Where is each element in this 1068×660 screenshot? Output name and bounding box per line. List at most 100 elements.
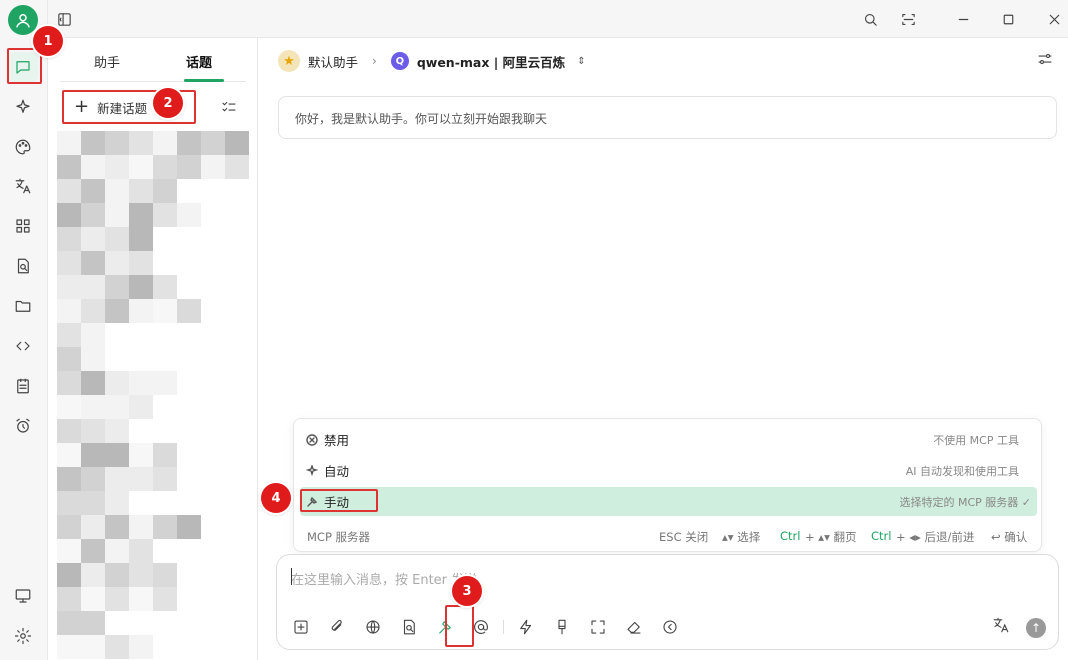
maximize-icon[interactable] (996, 7, 1020, 31)
blurred-cell (81, 395, 105, 419)
code-icon[interactable] (8, 331, 38, 361)
minimize-icon[interactable] (951, 7, 975, 31)
active-tab-indicator (184, 79, 224, 82)
blurred-cell (81, 515, 105, 539)
blurred-cell (153, 299, 177, 323)
settings-icon[interactable] (8, 621, 38, 651)
sparkle-icon (306, 464, 318, 477)
blurred-cell (129, 275, 153, 299)
blurred-cell (153, 275, 177, 299)
message-input[interactable]: 在这里输入消息，按 Enter 发送 (291, 569, 477, 588)
close-icon[interactable] (1042, 7, 1066, 31)
blurred-cell (57, 635, 81, 659)
blurred-cell (81, 371, 105, 395)
blurred-cell (105, 467, 129, 491)
sparkle-icon[interactable] (8, 92, 38, 122)
send-button[interactable]: ↑ (1026, 618, 1046, 638)
blurred-cell (177, 203, 201, 227)
folder-icon[interactable] (8, 291, 38, 321)
mcp-option-disabled[interactable]: 禁用 不使用 MCP 工具 (300, 425, 1037, 454)
apps-icon[interactable] (8, 211, 38, 241)
toolbar-divider (503, 620, 504, 634)
collapse-icon[interactable] (658, 615, 682, 639)
mcp-option-manual[interactable]: 手动 选择特定的 MCP 服务器 ✓ (300, 487, 1037, 516)
manage-topics-icon[interactable] (220, 98, 242, 120)
mcp-option-label: 禁用 (324, 433, 350, 448)
blurred-cell (129, 371, 153, 395)
blurred-cell (153, 563, 177, 587)
blurred-cell (129, 539, 153, 563)
expand-icon[interactable] (586, 615, 610, 639)
blurred-cell (177, 131, 201, 155)
blurred-cell (57, 467, 81, 491)
tab-assistant[interactable]: 助手 (94, 52, 120, 71)
text-caret (291, 568, 292, 585)
mcp-option-desc: 选择特定的 MCP 服务器 ✓ (899, 495, 1031, 509)
model-selector[interactable]: qwen-max | 阿里云百炼 (417, 52, 565, 71)
knowledge-search-icon[interactable] (397, 615, 421, 639)
blurred-cell (105, 299, 129, 323)
blurred-cell (105, 251, 129, 275)
step-badge-3: 3 (452, 576, 482, 606)
brush-icon[interactable] (550, 615, 574, 639)
user-avatar[interactable] (8, 5, 38, 35)
blurred-cell (105, 539, 129, 563)
search-icon[interactable] (858, 7, 882, 31)
chevron-updown-icon[interactable]: ⇕ (577, 56, 585, 67)
hint-nav-key: Ctrl (871, 529, 892, 543)
eraser-icon[interactable] (622, 615, 646, 639)
blurred-cell (57, 371, 81, 395)
blurred-cell (153, 179, 177, 203)
notes-icon[interactable] (8, 371, 38, 401)
hint-page-key: Ctrl (780, 529, 801, 543)
chat-settings-icon[interactable] (1036, 50, 1058, 72)
blurred-cell (129, 515, 153, 539)
tab-topics[interactable]: 话题 (186, 52, 212, 71)
blurred-cell (129, 443, 153, 467)
blurred-cell (81, 179, 105, 203)
file-search-icon[interactable] (8, 251, 38, 281)
translate-input-icon[interactable] (992, 616, 1016, 640)
globe-icon[interactable] (361, 615, 385, 639)
palette-icon[interactable] (8, 132, 38, 162)
alarm-icon[interactable] (8, 411, 38, 441)
blurred-cell (153, 515, 177, 539)
blurred-cell (81, 251, 105, 275)
blurred-cell (153, 131, 177, 155)
blurred-cell (129, 131, 153, 155)
blurred-cell (81, 587, 105, 611)
blurred-cell (57, 395, 81, 419)
attachment-icon[interactable] (325, 615, 349, 639)
blurred-cell (81, 299, 105, 323)
blurred-cell (153, 155, 177, 179)
mcp-option-auto[interactable]: 自动 AI 自动发现和使用工具 (300, 456, 1037, 485)
blurred-cell (57, 299, 81, 323)
scan-icon[interactable] (896, 7, 920, 31)
monitor-icon[interactable] (8, 581, 38, 611)
message-input-box[interactable]: 在这里输入消息，按 Enter 发送 ↑ (276, 554, 1059, 650)
blurred-cell (105, 587, 129, 611)
blurred-cell (105, 635, 129, 659)
hint-esc: ESC 关闭 (659, 530, 709, 544)
step-badge-2: 2 (153, 88, 183, 118)
annotation-box-chat (7, 48, 42, 84)
left-icon-rail (0, 0, 48, 660)
blurred-cell (105, 563, 129, 587)
blurred-cell (57, 443, 81, 467)
assistant-name[interactable]: 默认助手 (308, 52, 358, 71)
new-topic-icon[interactable] (289, 615, 313, 639)
chat-main-panel: ★ 默认助手 › Q qwen-max | 阿里云百炼 ⇕ 你好，我是默认助手。… (258, 38, 1068, 660)
translate-icon[interactable] (8, 171, 38, 201)
lightning-icon[interactable] (514, 615, 538, 639)
blurred-cell (57, 203, 81, 227)
blurred-cell (129, 299, 153, 323)
annotation-box-hammer (445, 605, 474, 647)
blurred-cell (81, 227, 105, 251)
topics-panel: 助手 话题 + 新建话题 (48, 38, 258, 660)
blurred-cell (81, 635, 105, 659)
blurred-cell (81, 275, 105, 299)
blurred-cell (81, 323, 105, 347)
blurred-cell (105, 419, 129, 443)
blurred-cell (129, 635, 153, 659)
blurred-cell (81, 347, 105, 371)
